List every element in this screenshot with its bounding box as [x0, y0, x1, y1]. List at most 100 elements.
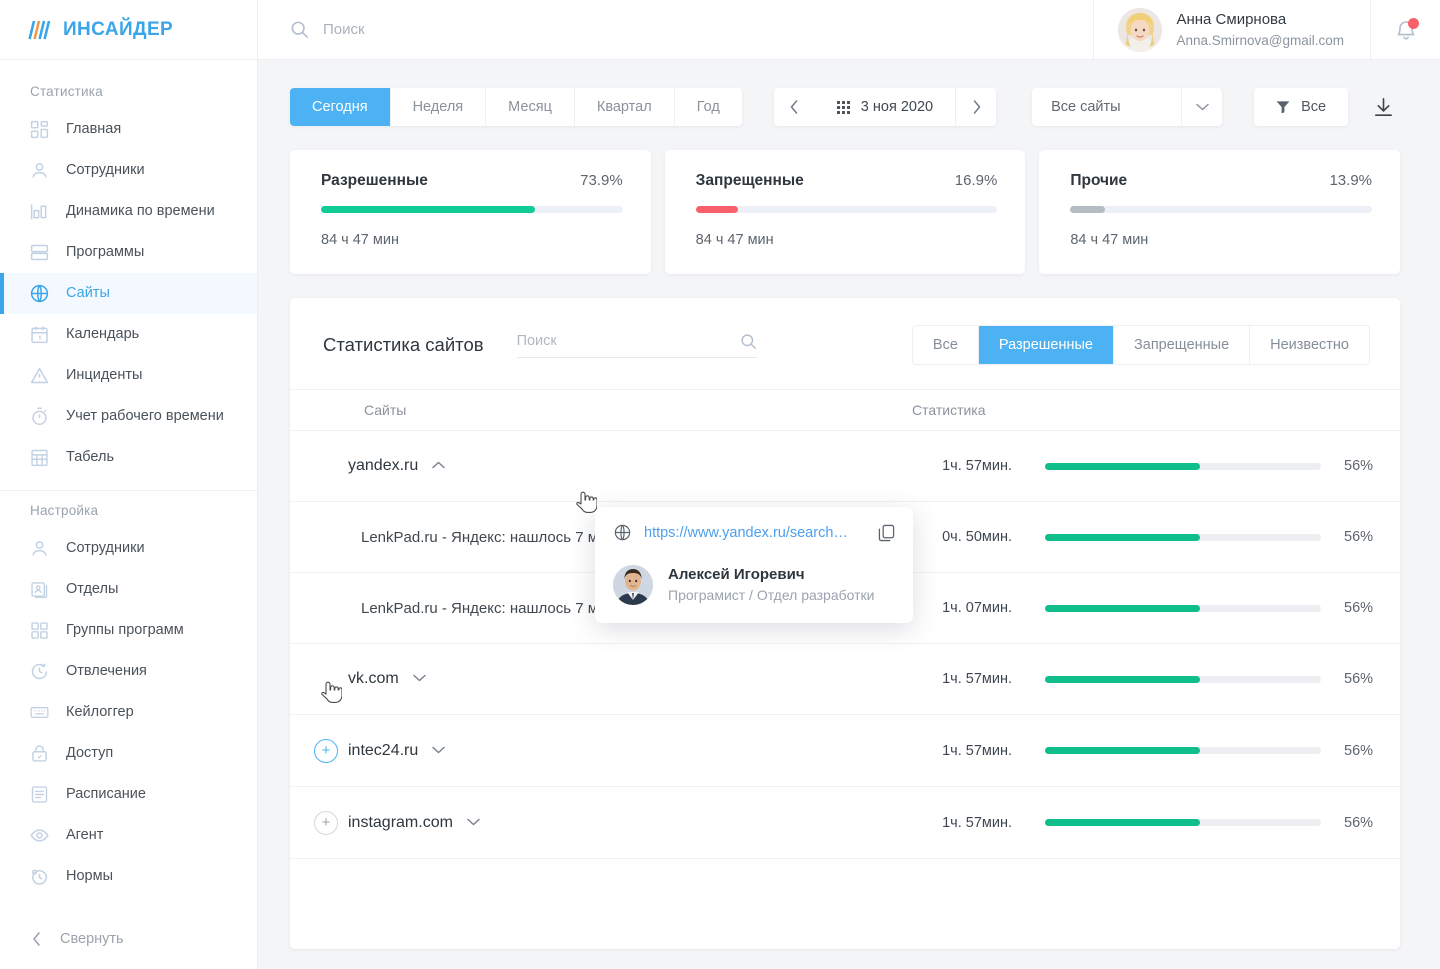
row-stat-cell: 1ч. 57мин. 56%: [900, 743, 1400, 759]
row-progress-fill: [1045, 675, 1200, 683]
row-duration: 1ч. 57мин.: [942, 458, 1012, 474]
row-progress-track: [1045, 819, 1321, 826]
tab-forbidden[interactable]: Запрещенные: [1114, 326, 1251, 364]
tab-all[interactable]: Все: [912, 326, 979, 364]
sidebar-item-label: Расписание: [66, 786, 146, 803]
chevron-right-icon: [973, 100, 980, 114]
date-picker[interactable]: 3 ноя 2020: [815, 88, 955, 126]
lock-icon: [32, 745, 47, 762]
site-name: instagram.com: [348, 813, 453, 831]
row-percent: 56%: [1344, 529, 1374, 545]
row-site-cell: + instagram.com: [290, 810, 900, 835]
sidebar-item-incidents[interactable]: Инциденты: [0, 355, 257, 396]
sidebar-collapse-button[interactable]: Свернуть: [0, 917, 257, 969]
sidebar-item-label: Сайты: [66, 285, 110, 302]
sidebar-item-employees[interactable]: Сотрудники: [0, 150, 257, 191]
user-menu[interactable]: Анна Смирнова Anna.Smirnova@gmail.com: [1093, 0, 1370, 59]
card-progress-fill: [1070, 206, 1106, 213]
table-grid-icon: [31, 449, 48, 467]
chevron-down-icon[interactable]: [467, 817, 480, 829]
sidebar-item-label: Инциденты: [66, 367, 143, 384]
sidebar-item-norms[interactable]: Нормы: [0, 856, 257, 897]
brand-logo[interactable]: ИНСАЙДЕР: [0, 0, 257, 60]
popover-user-info: Алексей Игоревич Програмист / Отдел разр…: [668, 564, 875, 605]
period-today[interactable]: Сегодня: [290, 88, 391, 126]
row-percent: 56%: [1344, 600, 1374, 616]
period-week[interactable]: Неделя: [390, 88, 487, 126]
user-icon: [32, 541, 47, 556]
row-duration: 0ч. 50мин.: [942, 529, 1012, 545]
sidebar-item-time-dynamics[interactable]: Динамика по времени: [0, 191, 257, 232]
notifications-button[interactable]: [1370, 0, 1440, 59]
sidebar-item-program-groups[interactable]: Группы программ: [0, 610, 257, 651]
globe-icon: [30, 284, 49, 303]
table-row[interactable]: + intec24.ru 1ч. 57мин. 56%: [290, 715, 1400, 787]
popover-url[interactable]: https://www.yandex.ru/search…: [644, 525, 866, 541]
period-year[interactable]: Год: [674, 88, 742, 126]
period-quarter[interactable]: Квартал: [574, 88, 675, 126]
sidebar-item-programs[interactable]: Программы: [0, 232, 257, 273]
site-name: yandex.ru: [348, 457, 419, 474]
card-header: Прочие 13.9%: [1070, 172, 1372, 190]
row-percent: 56%: [1344, 458, 1374, 474]
user-name: Анна Смирнова: [1176, 10, 1287, 28]
sidebar-item-distractions[interactable]: Отвлечения: [0, 651, 257, 692]
card-progress-fill: [321, 206, 536, 213]
chevron-down-icon[interactable]: [432, 745, 446, 757]
sidebar-item-worktime[interactable]: Учет рабочего времени: [0, 396, 257, 437]
sidebar-item-agent[interactable]: Агент: [0, 815, 257, 856]
sidebar-item-main[interactable]: Главная: [0, 109, 257, 150]
row-progress-track: [1045, 747, 1321, 754]
nav-group-title-statistics: Статистика: [30, 84, 103, 99]
sidebar-divider: [0, 490, 257, 491]
sidebar-item-label: Сотрудники: [66, 162, 145, 179]
chevron-up-icon[interactable]: [432, 460, 446, 472]
sidebar-item-settings-employees[interactable]: Сотрудники: [0, 528, 257, 569]
column-header-statistics: Статистика: [912, 402, 986, 418]
card-duration: 84 ч 47 мин: [695, 232, 774, 248]
row-duration: 1ч. 57мин.: [942, 814, 1012, 831]
stopwatch-icon: [32, 407, 47, 426]
row-progress-fill: [1045, 462, 1200, 470]
sidebar-item-schedule[interactable]: Расписание: [0, 774, 257, 815]
tab-allowed[interactable]: Разрешенные: [978, 326, 1114, 364]
filter-button[interactable]: Все: [1254, 88, 1349, 126]
site-select[interactable]: Все сайты: [1032, 88, 1223, 126]
table-search[interactable]: [516, 333, 757, 358]
tab-unknown[interactable]: Неизвестно: [1250, 326, 1369, 364]
funnel-icon: [1276, 101, 1290, 114]
table-header-row: Сайты Статистика: [290, 389, 1400, 431]
period-month[interactable]: Месяц: [486, 88, 575, 126]
sidebar-item-label: Программы: [66, 244, 145, 261]
table-search-input[interactable]: [516, 333, 740, 349]
row-stat-cell: 0ч. 50мин. 56%: [900, 529, 1400, 545]
copy-icon[interactable]: [878, 524, 895, 542]
sidebar-item-keylogger[interactable]: Кейлоггер: [0, 692, 257, 733]
card-progress-track: [321, 206, 623, 213]
eye-icon: [30, 829, 49, 842]
date-next-button[interactable]: [955, 88, 997, 126]
site-detail-popover: https://www.yandex.ru/search… Алексей Иг…: [595, 507, 913, 624]
table-row[interactable]: + vk.com 1ч. 57мин. 56%: [290, 644, 1400, 715]
sidebar-item-departments[interactable]: Отделы: [0, 569, 257, 610]
sidebar-item-calendar[interactable]: Календарь: [0, 314, 257, 355]
date-prev-button[interactable]: [773, 88, 815, 126]
search-input[interactable]: [323, 21, 683, 38]
site-select-caret[interactable]: [1182, 88, 1222, 126]
global-search[interactable]: [258, 0, 1093, 59]
add-site-button[interactable]: +: [314, 738, 338, 763]
panel-title: Статистика сайтов: [323, 334, 484, 355]
sidebar-item-access[interactable]: Доступ: [0, 733, 257, 774]
table-row[interactable]: + instagram.com 1ч. 57мин. 56%: [290, 787, 1400, 859]
avatar: [613, 564, 653, 605]
chevron-down-icon[interactable]: [412, 673, 426, 685]
sidebar-item-sites[interactable]: Сайты: [0, 273, 257, 314]
add-site-button[interactable]: +: [314, 810, 338, 835]
popover-user: Алексей Игоревич Програмист / Отдел разр…: [613, 564, 895, 605]
avatar-image: [1118, 7, 1163, 52]
sidebar-item-timesheet[interactable]: Табель: [0, 437, 257, 478]
table-row[interactable]: + yandex.ru 1ч. 57мин. 56%: [290, 431, 1400, 502]
user-email: Anna.Smirnova@gmail.com: [1176, 32, 1344, 48]
sidebar-item-label: Нормы: [66, 868, 113, 885]
download-button[interactable]: [1366, 90, 1400, 124]
